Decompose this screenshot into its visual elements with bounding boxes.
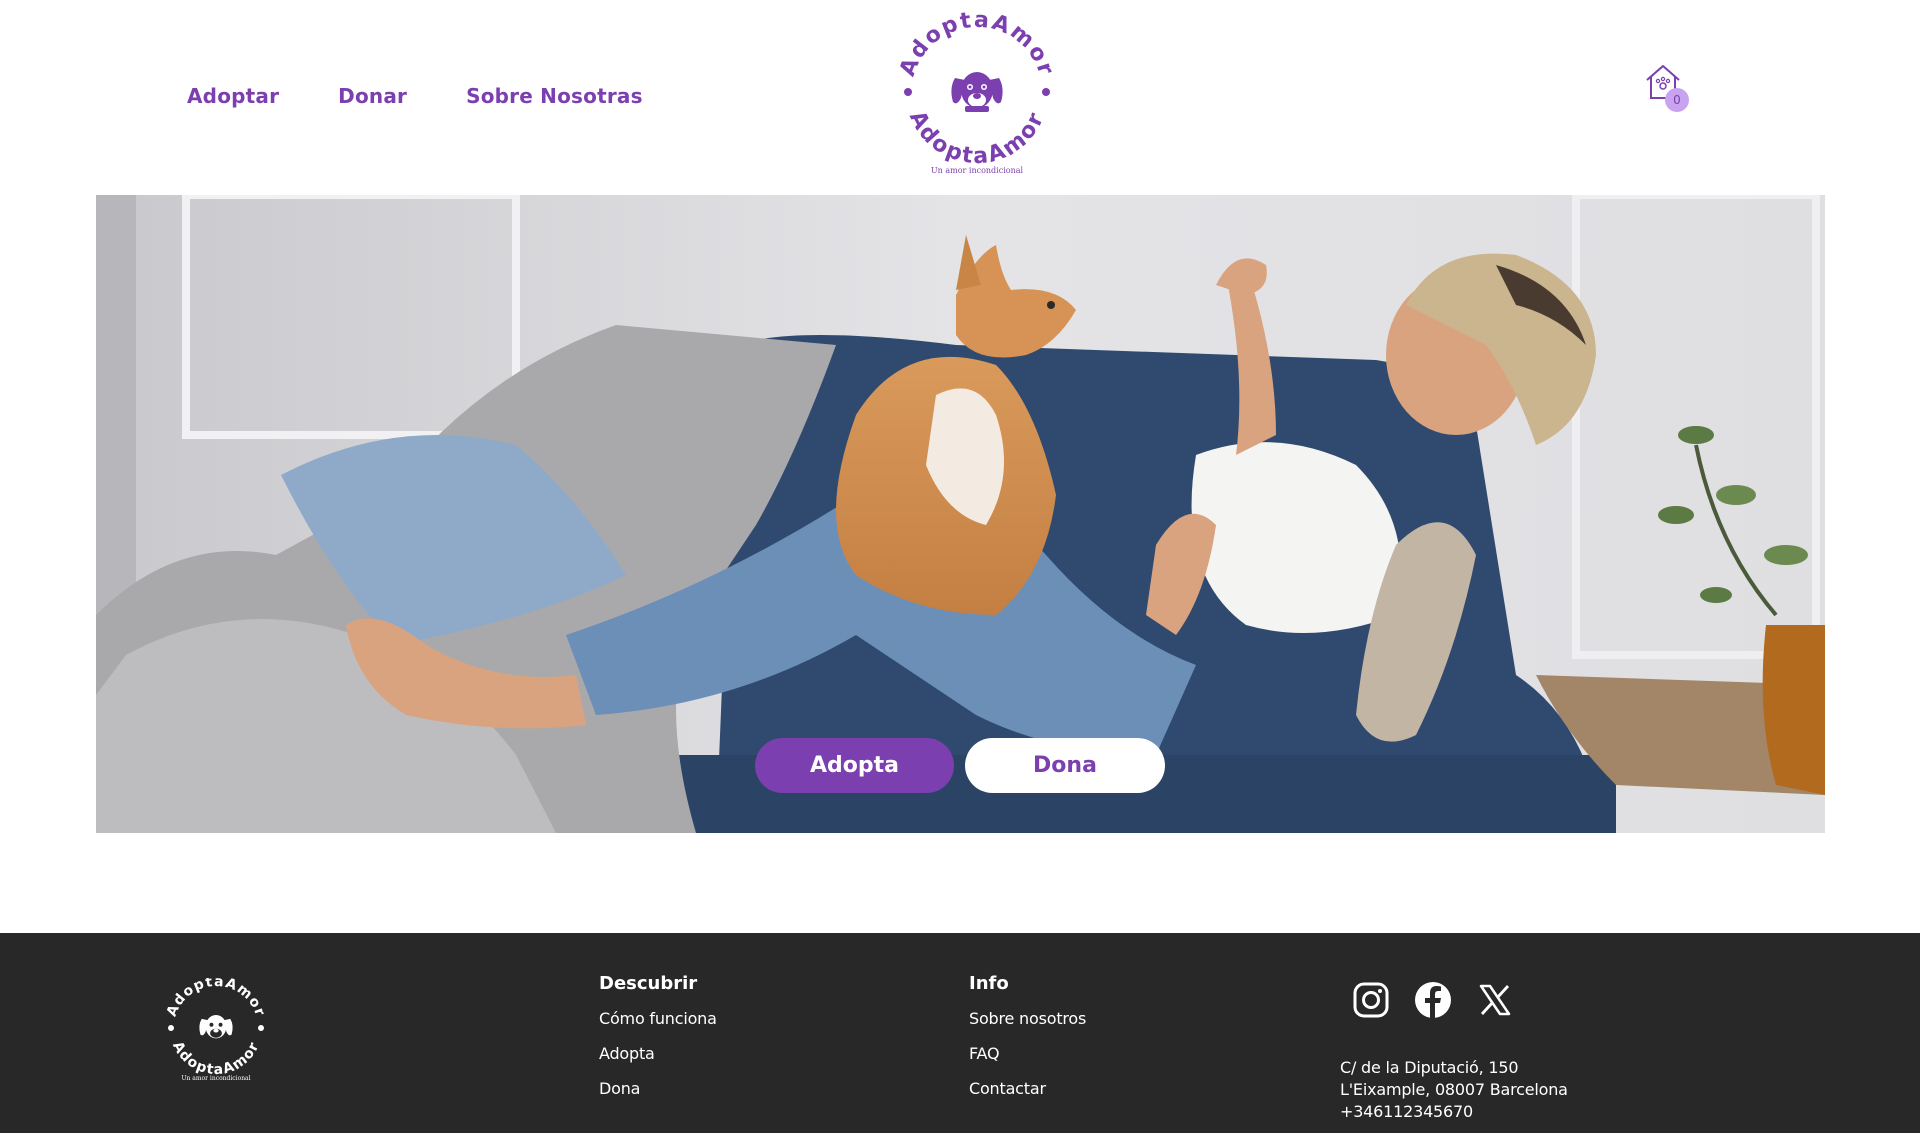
svg-text:AdoptaAmor: AdoptaAmor (169, 1039, 263, 1078)
footer-address: C/ de la Diputació, 150 L'Eixample, 0800… (1340, 1057, 1568, 1123)
footer-col-descubrir: Descubrir Cómo funciona Adopta Dona (599, 973, 717, 1114)
logo-tagline: Un amor incondicional (930, 166, 1024, 175)
svg-text:AdoptaAmor: AdoptaAmor (895, 12, 1059, 80)
logo-bottom-text: AdoptaAmor (904, 107, 1048, 169)
nav-donar[interactable]: Donar (338, 84, 407, 108)
logo-top-text: AdoptaAmor (895, 12, 1057, 80)
social-links (1352, 981, 1514, 1019)
footer-logo-top-text: AdoptaAmor (164, 974, 267, 1019)
footer-col-info: Info Sobre nosotros FAQ Contactar (969, 973, 1086, 1114)
hero-banner: Adopta Dona (96, 195, 1825, 833)
footer-link-sobre-nosotros[interactable]: Sobre nosotros (969, 1009, 1086, 1028)
footer-link-contactar[interactable]: Contactar (969, 1079, 1086, 1098)
footer-link-dona[interactable]: Dona (599, 1079, 717, 1098)
cart-button[interactable]: 0 (1643, 62, 1693, 112)
footer-dog-icon (199, 1015, 233, 1039)
instagram-icon[interactable] (1352, 981, 1390, 1019)
nav-sobre-nosotras[interactable]: Sobre Nosotras (466, 84, 643, 108)
footer-heading-info: Info (969, 973, 1009, 994)
x-icon[interactable] (1476, 981, 1514, 1019)
footer-link-faq[interactable]: FAQ (969, 1044, 1086, 1063)
hero-photo (96, 195, 1825, 833)
dog-icon (951, 72, 1003, 112)
adopta-button[interactable]: Adopta (755, 738, 954, 793)
site-footer: AdoptaAmor AdoptaAmor Un amor incondicio… (0, 933, 1920, 1133)
address-line-city: L'Eixample, 08007 Barcelona (1340, 1080, 1568, 1099)
address-line-phone: +346112345670 (1340, 1102, 1473, 1121)
address-line-street: C/ de la Diputació, 150 (1340, 1058, 1519, 1077)
nav-adoptar[interactable]: Adoptar (187, 84, 279, 108)
dona-button[interactable]: Dona (965, 738, 1165, 793)
footer-logo-bottom-text: AdoptaAmor (169, 1039, 261, 1078)
footer-link-adopta[interactable]: Adopta (599, 1044, 717, 1063)
footer-link-como-funciona[interactable]: Cómo funciona (599, 1009, 717, 1028)
footer-logo-tagline: Un amor incondicional (181, 1075, 251, 1082)
footer-logo[interactable]: AdoptaAmor AdoptaAmor Un amor incondicio… (163, 974, 269, 1088)
site-logo[interactable]: AdoptaAmor AdoptaAmor Un amor incondicio… (894, 12, 1060, 182)
main-nav: Adoptar Donar Sobre Nosotras (187, 84, 643, 108)
svg-text:AdoptaAmor: AdoptaAmor (164, 978, 268, 1019)
facebook-icon[interactable] (1414, 981, 1452, 1019)
site-header: Adoptar Donar Sobre Nosotras AdoptaAmor … (0, 0, 1920, 195)
svg-text:AdoptaAmor: AdoptaAmor (904, 107, 1050, 169)
cart-count-badge: 0 (1665, 88, 1689, 112)
footer-heading-descubrir: Descubrir (599, 973, 698, 994)
